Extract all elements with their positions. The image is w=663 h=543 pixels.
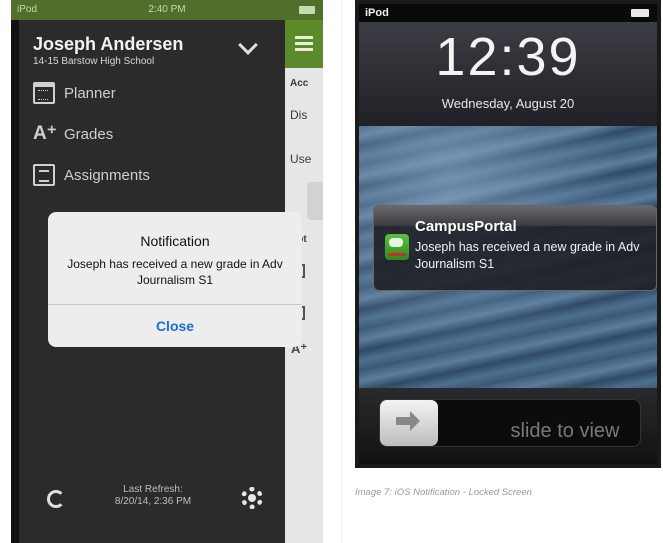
- last-refresh-label: Last Refresh:: [123, 484, 183, 495]
- menu-item-label: Assignments: [64, 166, 150, 184]
- user-name: Joseph Andersen: [33, 34, 184, 54]
- carrier-label: iPod: [365, 7, 389, 19]
- status-bar: iPod: [359, 4, 657, 22]
- last-refresh-time: 8/20/14, 2:36 PM: [114, 496, 192, 507]
- notification-message: Joseph has received a new grade in Adv J…: [415, 240, 640, 271]
- close-button[interactable]: Close: [48, 305, 302, 347]
- peek-row: Dis: [290, 108, 308, 122]
- clock-area: 12:39 Wednesday, August 20: [359, 22, 657, 126]
- last-refresh-text: Last Refresh: 8/20/14, 2:36 PM: [105, 484, 201, 508]
- push-notification[interactable]: CampusPortal Joseph has received a new g…: [373, 205, 657, 291]
- peek-heading: Acc: [290, 78, 309, 89]
- right-phone-lock-screen: iPod 12:39 Wednesday, August 20 CampusPo…: [355, 0, 661, 468]
- notification-dialog: Notification Joseph has received a new g…: [48, 212, 302, 347]
- slider-knob[interactable]: [380, 400, 438, 446]
- lock-screen-date: Wednesday, August 20: [441, 96, 575, 111]
- menu-item-label: Grades: [64, 125, 114, 143]
- grades-icon: A⁺: [33, 123, 57, 144]
- status-bar: iPod 2:40 PM: [11, 0, 323, 20]
- refresh-icon[interactable]: [47, 490, 65, 508]
- user-school: 14-15 Barstow High School: [33, 56, 155, 67]
- hamburger-icon[interactable]: [295, 36, 313, 39]
- peek-row: Use: [290, 152, 312, 166]
- status-time: 2:40 PM: [148, 4, 186, 15]
- menu-footer: Last Refresh: 8/20/14, 2:36 PM: [19, 472, 285, 543]
- screenshot-root: iPod 2:40 PM Joseph Andersen 14-15 Barst…: [0, 0, 663, 543]
- lock-screen-time: 12:39: [435, 27, 581, 87]
- battery-icon: [299, 6, 315, 14]
- notification-app-name: CampusPortal: [415, 218, 517, 235]
- arrow-right-icon: [396, 411, 420, 431]
- slider-label: slide to view: [510, 420, 620, 442]
- menu-item-grades[interactable]: A⁺ Grades: [33, 121, 113, 147]
- list-icon: [33, 164, 55, 186]
- peek-field[interactable]: [307, 182, 323, 220]
- menu-item-label: Planner: [64, 84, 116, 102]
- battery-icon: [631, 9, 649, 17]
- unlock-bar: slide to view: [359, 388, 657, 464]
- divider: [341, 0, 342, 543]
- app-header: [285, 20, 323, 68]
- gear-icon[interactable]: [241, 487, 263, 509]
- menu-item-planner[interactable]: Planner: [33, 80, 116, 106]
- menu-item-assignments[interactable]: Assignments: [33, 162, 150, 188]
- dialog-title: Notification: [140, 233, 210, 249]
- dialog-message: Joseph has received a new grade in Adv J…: [67, 257, 283, 287]
- image-caption: Image 7: iOS Notification - Locked Scree…: [355, 487, 532, 498]
- calendar-icon: [33, 82, 55, 104]
- left-phone-screen: iPod 2:40 PM Joseph Andersen 14-15 Barst…: [11, 0, 323, 543]
- app-icon: [385, 234, 409, 260]
- chevron-down-icon[interactable]: [238, 35, 258, 55]
